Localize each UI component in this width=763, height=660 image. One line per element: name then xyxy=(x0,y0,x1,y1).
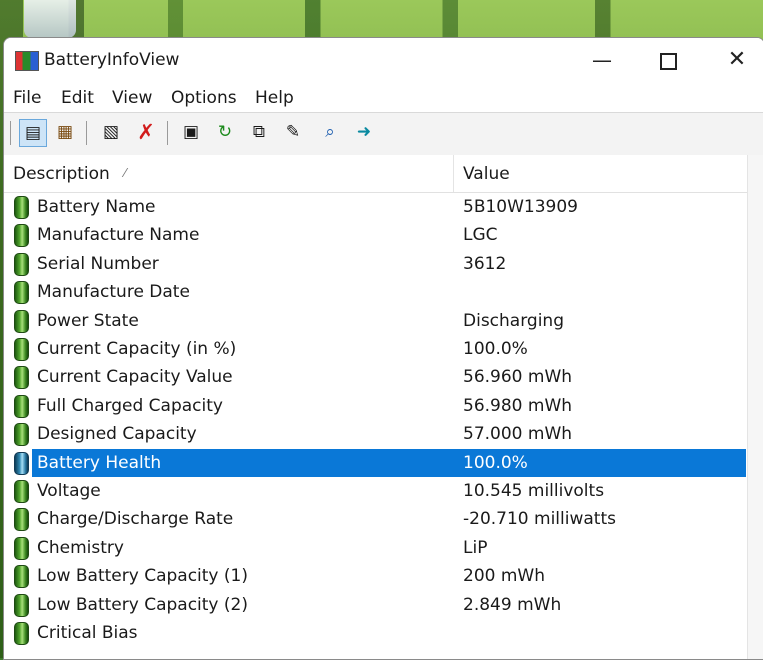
row-description: Power State xyxy=(37,311,139,331)
table-row[interactable]: Current Capacity (in %) 100.0% xyxy=(4,335,747,363)
table-row[interactable]: Current Capacity Value 56.960 mWh xyxy=(4,363,747,391)
title-bar[interactable]: BatteryInfoView — ✕ xyxy=(4,38,763,82)
table-row[interactable]: Battery Health 100.0% xyxy=(4,449,747,477)
row-description: Current Capacity (in %) xyxy=(37,339,237,359)
menu-options[interactable]: Options xyxy=(171,88,237,108)
html-report-icon[interactable]: ▦ xyxy=(52,119,78,145)
maximize-icon xyxy=(659,53,677,70)
row-value: 56.960 mWh xyxy=(463,367,573,387)
show-all-icon[interactable]: ▧ xyxy=(98,119,124,145)
battery-icon xyxy=(14,196,29,219)
row-value: 3612 xyxy=(463,254,507,274)
exit-icon[interactable]: ➜ xyxy=(351,119,377,145)
delete-icon[interactable]: ✗ xyxy=(133,119,159,145)
table-row[interactable]: Full Charged Capacity 56.980 mWh xyxy=(4,392,747,420)
recycle-bin-icon[interactable] xyxy=(24,0,76,38)
battery-icon xyxy=(14,423,29,446)
column-header-value[interactable]: Value xyxy=(463,164,510,184)
vertical-scrollbar[interactable] xyxy=(747,155,763,659)
table-row[interactable]: Designed Capacity 57.000 mWh xyxy=(4,420,747,448)
row-value: LiP xyxy=(463,538,488,558)
row-description: Low Battery Capacity (2) xyxy=(37,595,248,615)
refresh-icon[interactable]: ↻ xyxy=(212,119,238,145)
app-icon xyxy=(15,51,39,71)
toolbar-separator xyxy=(86,121,87,145)
row-value: 2.849 mWh xyxy=(463,595,562,615)
battery-icon xyxy=(14,395,29,418)
find-icon[interactable]: ⌕ xyxy=(317,119,343,145)
row-description: Voltage xyxy=(37,481,101,501)
row-description: Critical Bias xyxy=(37,623,138,643)
row-value: LGC xyxy=(463,225,498,245)
row-description: Manufacture Date xyxy=(37,282,190,302)
row-description: Manufacture Name xyxy=(37,225,200,245)
table-row[interactable]: Critical Bias xyxy=(4,619,747,647)
battery-icon xyxy=(14,452,29,475)
battery-icon xyxy=(14,537,29,560)
properties-sheet-icon[interactable]: ✎ xyxy=(280,119,306,145)
menu-edit[interactable]: Edit xyxy=(61,88,94,108)
row-value: 57.000 mWh xyxy=(463,424,573,444)
column-divider[interactable] xyxy=(453,155,454,192)
table-row[interactable]: Battery Name 5B10W13909 xyxy=(4,193,747,221)
row-value: 10.545 millivolts xyxy=(463,481,605,501)
minimize-button[interactable]: — xyxy=(579,38,625,82)
row-description: Full Charged Capacity xyxy=(37,396,223,416)
column-header-description[interactable]: Description xyxy=(13,164,110,184)
save-icon[interactable]: ▣ xyxy=(178,119,204,145)
properties-icon[interactable]: ▤ xyxy=(19,119,47,147)
battery-icon xyxy=(14,594,29,617)
table-row[interactable]: Low Battery Capacity (1) 200 mWh xyxy=(4,562,747,590)
row-description: Low Battery Capacity (1) xyxy=(37,566,248,586)
battery-icon xyxy=(14,224,29,247)
table-row[interactable]: Manufacture Name LGC xyxy=(4,221,747,249)
menu-bar: File Edit View Options Help xyxy=(4,82,763,112)
battery-icon xyxy=(14,480,29,503)
menu-file[interactable]: File xyxy=(13,88,41,108)
battery-icon xyxy=(14,565,29,588)
close-button[interactable]: ✕ xyxy=(714,38,760,82)
battery-icon xyxy=(14,366,29,389)
row-value: 100.0% xyxy=(463,339,528,359)
battery-icon xyxy=(14,253,29,276)
row-description: Designed Capacity xyxy=(37,424,197,444)
battery-icon xyxy=(14,281,29,304)
table-row[interactable]: Low Battery Capacity (2) 2.849 mWh xyxy=(4,591,747,619)
menu-view[interactable]: View xyxy=(112,88,152,108)
battery-icon xyxy=(14,310,29,333)
window-title: BatteryInfoView xyxy=(44,50,180,70)
row-description: Battery Health xyxy=(37,453,162,473)
app-window: BatteryInfoView — ✕ File Edit View Optio… xyxy=(3,37,763,660)
row-description: Charge/Discharge Rate xyxy=(37,509,234,529)
toolbar-separator xyxy=(167,121,168,145)
table-row[interactable]: Manufacture Date xyxy=(4,278,747,306)
table-row[interactable]: Voltage 10.545 millivolts xyxy=(4,477,747,505)
row-value: 56.980 mWh xyxy=(463,396,573,416)
table-row[interactable]: Serial Number 3612 xyxy=(4,250,747,278)
row-value: -20.710 milliwatts xyxy=(463,509,616,529)
table-row[interactable]: Charge/Discharge Rate -20.710 milliwatts xyxy=(4,505,747,533)
toolbar-separator xyxy=(10,121,11,145)
row-value: Discharging xyxy=(463,311,564,331)
table-row[interactable]: Power State Discharging xyxy=(4,307,747,335)
row-value: 5B10W13909 xyxy=(463,197,578,217)
row-value: 100.0% xyxy=(463,453,528,473)
row-description: Battery Name xyxy=(37,197,156,217)
table-row[interactable]: Chemistry LiP xyxy=(4,534,747,562)
maximize-button[interactable] xyxy=(645,38,691,82)
row-description: Chemistry xyxy=(37,538,124,558)
toolbar: ▤ ▦ ▧ ✗ ▣ ↻ ⧉ ✎ ⌕ ➜ xyxy=(4,112,763,156)
battery-icon xyxy=(14,508,29,531)
battery-icon xyxy=(14,622,29,645)
row-description: Serial Number xyxy=(37,254,159,274)
sort-indicator-icon: ⁄ xyxy=(124,166,127,180)
battery-info-list[interactable]: Description ⁄ Value Battery Name 5B10W139… xyxy=(4,155,747,659)
row-value: 200 mWh xyxy=(463,566,545,586)
row-description: Current Capacity Value xyxy=(37,367,233,387)
menu-help[interactable]: Help xyxy=(255,88,294,108)
list-header: Description ⁄ Value xyxy=(4,155,747,193)
copy-icon[interactable]: ⧉ xyxy=(246,119,272,145)
battery-icon xyxy=(14,338,29,361)
